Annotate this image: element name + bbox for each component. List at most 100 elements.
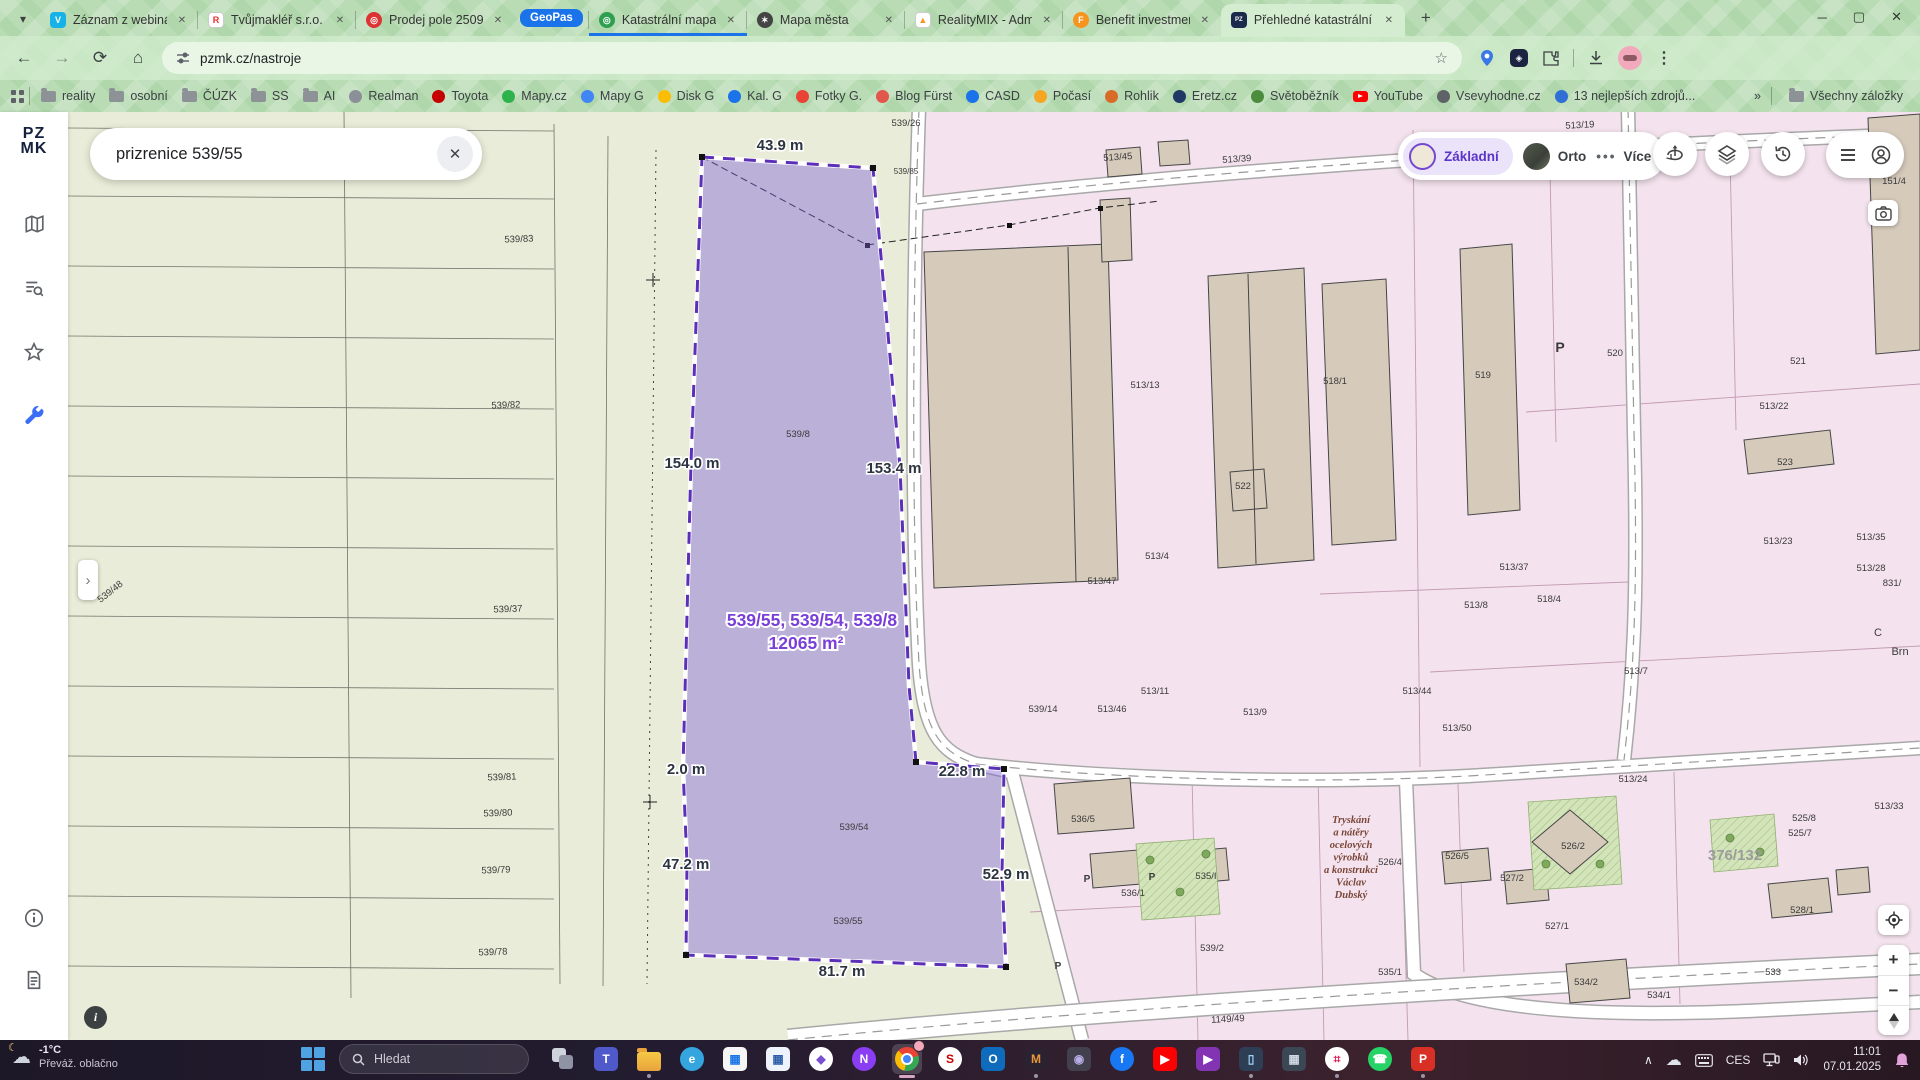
clear-search-button[interactable]: ✕ xyxy=(437,136,473,172)
layers-button[interactable] xyxy=(1705,132,1749,176)
map-viewport[interactable]: 539/83539/82539/48539/37539/81539/80539/… xyxy=(68,112,1920,1040)
forward-button[interactable]: → xyxy=(48,44,76,72)
tab-close-icon[interactable]: ✕ xyxy=(174,12,190,28)
browser-tab[interactable]: VZáznam z webináře CeMap✕ xyxy=(40,4,198,36)
locate-button[interactable] xyxy=(1878,905,1909,935)
compass-button[interactable] xyxy=(1878,1005,1909,1035)
new-tab-button[interactable]: + xyxy=(1413,5,1439,31)
seznam-taskbar-icon[interactable]: S xyxy=(935,1044,965,1074)
home-button[interactable]: ⌂ xyxy=(124,44,152,72)
paint-drop-taskbar-icon[interactable]: ◆ xyxy=(806,1044,836,1074)
apps-grid-icon[interactable] xyxy=(10,89,25,104)
slack-taskbar-icon[interactable]: ⌗ xyxy=(1322,1044,1352,1074)
pzmk-logo[interactable]: PZMK xyxy=(0,126,68,156)
rotate-3d-button[interactable] xyxy=(1653,132,1697,176)
browser-tab[interactable]: ◎Prodej pole 250933 m², Mě✕ xyxy=(356,4,514,36)
chrome-taskbar-icon[interactable] xyxy=(892,1044,922,1074)
bookmark-item[interactable]: ČÚZK xyxy=(175,86,244,106)
map-info-button[interactable]: i xyxy=(84,1006,107,1029)
tab-close-icon[interactable]: ✕ xyxy=(490,12,506,28)
bookmark-item[interactable]: Disk G xyxy=(651,86,722,106)
edge-taskbar-icon[interactable]: e xyxy=(677,1044,707,1074)
history-button[interactable] xyxy=(1761,132,1805,176)
browser-tab[interactable]: ◎Katastrální mapa | GeoPas.c✕ xyxy=(589,4,747,36)
tray-chevron-icon[interactable]: ∧ xyxy=(1644,1053,1653,1067)
bookmark-item[interactable]: CASD xyxy=(959,86,1027,106)
bookmark-item[interactable]: Mapy G xyxy=(574,86,651,106)
bookmark-item[interactable]: SS xyxy=(244,86,296,106)
onedrive-icon[interactable]: ☁ xyxy=(1666,1050,1682,1070)
bookmark-item[interactable]: osobní xyxy=(102,86,175,106)
task-view-taskbar-icon[interactable] xyxy=(548,1044,578,1074)
search-list-icon[interactable] xyxy=(14,268,54,308)
clock[interactable]: 11:0107.01.2025 xyxy=(1823,1045,1881,1075)
calculator-taskbar-icon[interactable]: ▦ xyxy=(1279,1044,1309,1074)
cadastral-map[interactable]: 539/83539/82539/48539/37539/81539/80539/… xyxy=(68,112,1920,1040)
bookmark-item[interactable]: Blog Fürst xyxy=(869,86,959,106)
mail-orange-taskbar-icon[interactable]: M xyxy=(1021,1044,1051,1074)
tab-close-icon[interactable]: ✕ xyxy=(1039,12,1055,28)
hamburger-menu-icon[interactable] xyxy=(1838,145,1858,165)
browser-tab[interactable]: ▲RealityMIX - Administrační✕ xyxy=(905,4,1063,36)
youtube-taskbar-icon[interactable]: ▶ xyxy=(1150,1044,1180,1074)
basemap-ortho-chip[interactable]: Orto xyxy=(1523,143,1587,170)
bookmarks-overflow-chevron[interactable]: » xyxy=(1754,89,1761,103)
weather-widget[interactable]: ☾☁ -1°CPřeváž. oblačno xyxy=(12,1044,118,1072)
camera-taskbar-icon[interactable]: ◉ xyxy=(1064,1044,1094,1074)
start-button[interactable] xyxy=(300,1046,326,1072)
site-info-icon[interactable] xyxy=(176,51,190,65)
browser-tab[interactable]: PZPřehledné katastrální mapy✕ xyxy=(1221,4,1405,36)
map-icon[interactable] xyxy=(14,204,54,244)
expand-panel-button[interactable]: › xyxy=(78,560,98,600)
tab-close-icon[interactable]: ✕ xyxy=(1197,12,1213,28)
downloads-icon[interactable] xyxy=(1588,50,1604,66)
calendar-taskbar-icon[interactable]: ▦ xyxy=(763,1044,793,1074)
volume-icon[interactable] xyxy=(1793,1053,1810,1067)
extensions-puzzle-icon[interactable] xyxy=(1542,50,1559,67)
whatsapp-taskbar-icon[interactable]: ☎ xyxy=(1365,1044,1395,1074)
teams-taskbar-icon[interactable]: T xyxy=(591,1044,621,1074)
tab-close-icon[interactable]: ✕ xyxy=(1381,12,1397,28)
store-taskbar-icon[interactable]: ▦ xyxy=(720,1044,750,1074)
screenshot-button[interactable] xyxy=(1868,200,1898,226)
info-circle-icon[interactable] xyxy=(14,898,54,938)
window-close-button[interactable]: ✕ xyxy=(1891,9,1902,25)
bookmark-item[interactable]: Vsevyhodne.cz xyxy=(1430,86,1548,106)
extension-badge-icon[interactable]: ◈ xyxy=(1510,49,1528,67)
facebook-taskbar-icon[interactable]: f xyxy=(1107,1044,1137,1074)
bookmark-item[interactable]: Rohlik xyxy=(1098,86,1166,106)
bookmark-item[interactable]: Počasí xyxy=(1027,86,1098,106)
parcel-search-box[interactable]: ✕ xyxy=(90,128,482,180)
bookmark-item[interactable]: Kal. G xyxy=(721,86,789,106)
search-input[interactable] xyxy=(116,145,437,164)
account-icon[interactable] xyxy=(1870,144,1892,166)
zoom-out-button[interactable]: − xyxy=(1878,975,1909,1005)
address-bar[interactable]: pzmk.cz/nastroje ☆ xyxy=(162,42,1462,74)
file-explorer-taskbar-icon[interactable] xyxy=(634,1044,664,1074)
tab-close-icon[interactable]: ✕ xyxy=(332,12,348,28)
network-icon[interactable] xyxy=(1763,1053,1780,1068)
taskbar-search[interactable]: Hledat xyxy=(339,1044,529,1074)
back-button[interactable]: ← xyxy=(10,44,38,72)
bookmark-star-icon[interactable]: ☆ xyxy=(1435,49,1448,67)
basemap-basic-chip[interactable]: Základní xyxy=(1403,138,1513,175)
favorites-star-icon[interactable] xyxy=(14,332,54,372)
basemap-more-button[interactable]: •••Více xyxy=(1596,149,1651,164)
tab-group-geopas[interactable]: GeoPas xyxy=(520,9,583,27)
bookmark-item[interactable]: YouTube xyxy=(1346,86,1430,106)
menu-dots-icon[interactable]: ⋮ xyxy=(1656,48,1672,68)
bookmark-item[interactable]: Eretz.cz xyxy=(1166,86,1244,106)
bookmark-item[interactable]: reality xyxy=(34,86,102,106)
tab-close-icon[interactable]: ✕ xyxy=(723,12,739,28)
zoom-in-button[interactable]: + xyxy=(1878,945,1909,975)
profile-avatar[interactable] xyxy=(1618,46,1642,70)
all-bookmarks-button[interactable]: Všechny záložky xyxy=(1782,86,1910,106)
movies-tv-taskbar-icon[interactable]: ▶ xyxy=(1193,1044,1223,1074)
bookmark-item[interactable]: Světoběžník xyxy=(1244,86,1346,106)
phone-link-taskbar-icon[interactable]: ▯ xyxy=(1236,1044,1266,1074)
notification-bell-icon[interactable] xyxy=(1894,1052,1910,1069)
keyboard-icon[interactable] xyxy=(1695,1054,1713,1067)
bookmark-item[interactable]: Fotky G. xyxy=(789,86,869,106)
reload-button[interactable]: ⟳ xyxy=(86,44,114,72)
browser-tab[interactable]: FBenefit investment, a.s. (Iva✕ xyxy=(1063,4,1221,36)
